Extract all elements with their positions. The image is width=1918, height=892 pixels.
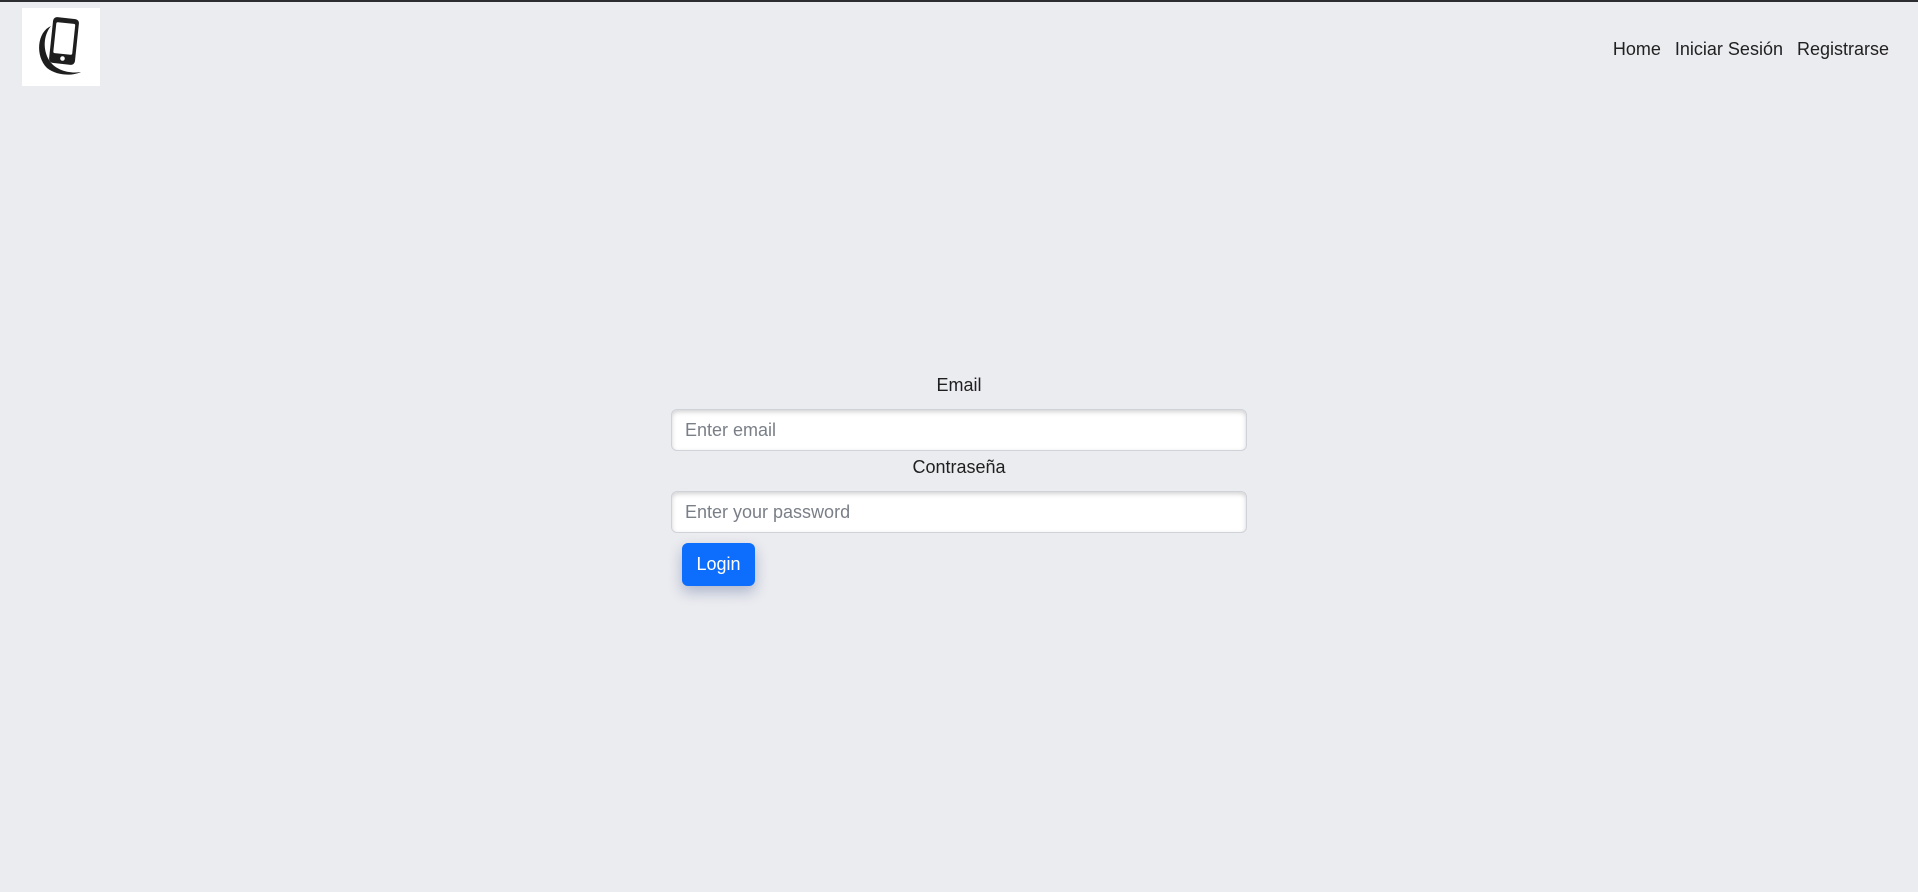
smartphone-icon (39, 17, 81, 75)
email-field[interactable] (671, 409, 1247, 451)
nav-link-registrarse[interactable]: Registrarse (1790, 38, 1896, 60)
login-form: Email Contraseña Login (671, 374, 1247, 586)
password-label: Contraseña (912, 457, 1006, 477)
login-button[interactable]: Login (682, 543, 755, 586)
nav-link-home[interactable]: Home (1606, 38, 1668, 60)
main-nav: Home Iniciar Sesión Registrarse (1606, 38, 1896, 60)
password-field[interactable] (671, 491, 1247, 533)
top-navbar: Home Iniciar Sesión Registrarse (0, 2, 1918, 92)
site-logo[interactable] (22, 8, 100, 86)
nav-link-iniciar-sesion[interactable]: Iniciar Sesión (1668, 38, 1790, 60)
email-label: Email (936, 375, 982, 395)
